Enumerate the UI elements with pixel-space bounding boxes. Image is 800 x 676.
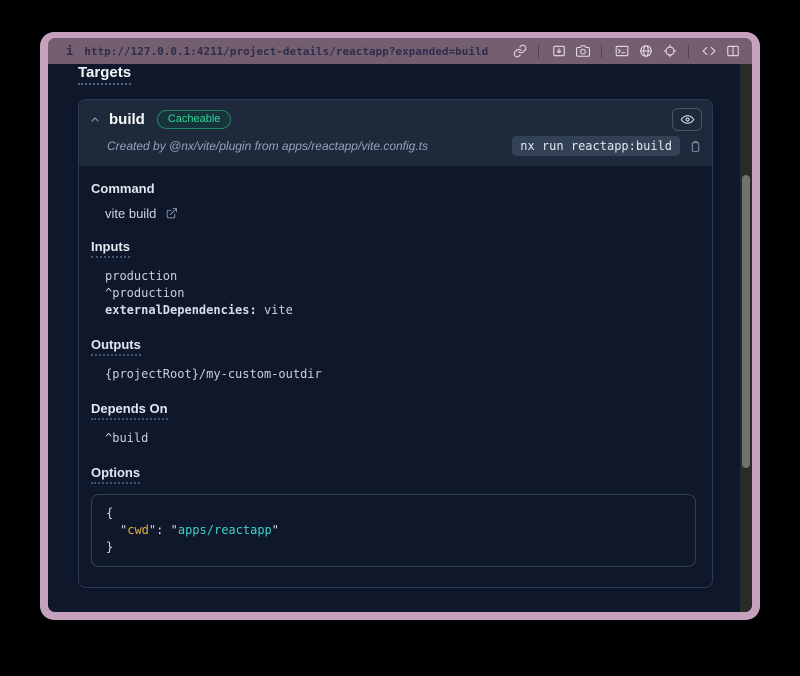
screenshot-button[interactable]	[572, 41, 594, 61]
outputs-list: {projectRoot}/my-custom-outdir	[105, 366, 696, 383]
eye-icon	[680, 112, 695, 127]
input-item: ^production	[105, 285, 696, 302]
browser-titlebar: i http://127.0.0.1:4211/project-details/…	[48, 38, 752, 64]
camera-icon	[576, 44, 590, 58]
browser-window: i http://127.0.0.1:4211/project-details/…	[40, 32, 760, 620]
build-eye-button[interactable]	[672, 108, 702, 131]
clipboard-icon	[689, 139, 702, 154]
run-command-chip: nx run reactapp:build	[512, 136, 680, 156]
link-icon	[513, 44, 527, 58]
code-line: "cwd": "apps/reactapp"	[106, 522, 681, 539]
copy-command-button[interactable]	[689, 139, 702, 154]
build-card-body: Command vite build Inputs production ^pr…	[79, 166, 712, 587]
inputs-list: production ^production externalDependenc…	[105, 268, 696, 319]
url-text[interactable]: http://127.0.0.1:4211/project-details/re…	[84, 45, 488, 58]
output-item: {projectRoot}/my-custom-outdir	[105, 366, 696, 383]
external-link-icon	[165, 207, 178, 220]
titlebar-divider	[538, 45, 539, 58]
target-name: build	[109, 111, 145, 128]
inputs-label[interactable]: Inputs	[91, 239, 130, 258]
code-line: }	[106, 539, 681, 556]
open-link-button[interactable]	[509, 41, 531, 61]
crosshair-icon	[663, 44, 677, 58]
build-header-subrow: Created by @nx/vite/plugin from apps/rea…	[89, 136, 702, 156]
outputs-label[interactable]: Outputs	[91, 337, 141, 356]
download-box-icon	[552, 44, 566, 58]
devtools-button[interactable]	[611, 41, 633, 61]
build-header-row[interactable]: build Cacheable	[89, 108, 702, 131]
scrollbar-track[interactable]	[740, 64, 752, 612]
page-title[interactable]: Targets	[78, 64, 131, 85]
info-icon: i	[66, 44, 73, 58]
globe-icon	[639, 44, 653, 58]
build-card-header: build Cacheable Created by @nx/vite/plug…	[79, 100, 712, 166]
command-value-row: vite build	[105, 206, 696, 221]
import-button[interactable]	[548, 41, 570, 61]
titlebar-divider	[601, 45, 602, 58]
code-icon	[702, 44, 716, 58]
command-label: Command	[91, 181, 155, 196]
titlebar-divider	[688, 45, 689, 58]
options-code-block: { "cwd": "apps/reactapp" }	[91, 494, 696, 567]
page-content: Targets build Cacheable	[48, 64, 752, 612]
split-view-button[interactable]	[722, 41, 744, 61]
view-source-button[interactable]	[698, 41, 720, 61]
depends-on-label[interactable]: Depends On	[91, 401, 168, 420]
focus-button[interactable]	[659, 41, 681, 61]
depends-on-item: ^build	[105, 430, 696, 447]
chevron-up-icon	[89, 114, 101, 126]
split-panel-icon	[726, 44, 740, 58]
terminal-icon	[615, 44, 629, 58]
created-by-text: Created by @nx/vite/plugin from apps/rea…	[107, 139, 428, 153]
cacheable-badge: Cacheable	[157, 110, 232, 129]
open-in-browser-button[interactable]	[635, 41, 657, 61]
input-item: externalDependencies: vite	[105, 302, 696, 319]
options-label[interactable]: Options	[91, 465, 140, 484]
code-line: {	[106, 505, 681, 522]
input-item: production	[105, 268, 696, 285]
scrollbar-thumb[interactable]	[742, 175, 750, 468]
target-card-build: build Cacheable Created by @nx/vite/plug…	[78, 99, 713, 588]
command-value: vite build	[105, 206, 156, 221]
depends-on-list: ^build	[105, 430, 696, 447]
open-config-button[interactable]	[165, 207, 178, 220]
